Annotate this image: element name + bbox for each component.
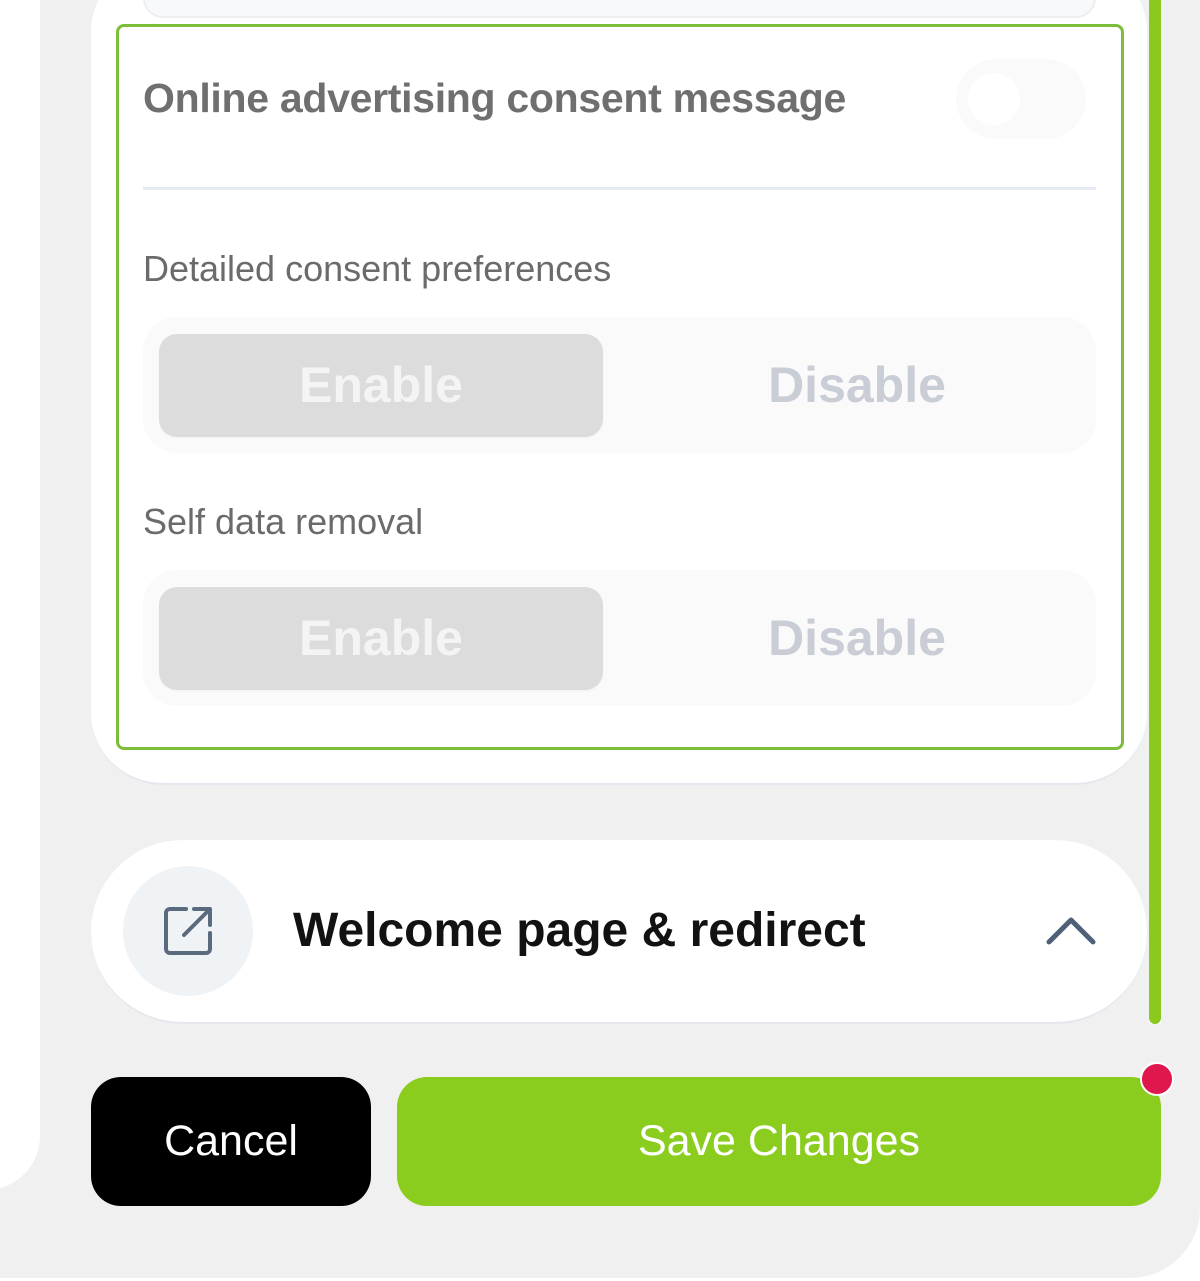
- detailed-consent-label: Detailed consent preferences: [143, 248, 612, 289]
- scrollbar-thumb[interactable]: [1149, 0, 1161, 1024]
- self-data-removal-segmented-control: Enable Disable: [143, 570, 1096, 706]
- detailed-consent-disable-button[interactable]: Disable: [619, 334, 1095, 437]
- settings-page: Online advertising consent message Detai…: [0, 0, 1200, 1281]
- detailed-consent-enable-button[interactable]: Enable: [159, 334, 603, 437]
- consent-message-title: Online advertising consent message: [143, 75, 846, 121]
- unsaved-changes-indicator: [1140, 1062, 1174, 1096]
- self-data-removal-enable-button[interactable]: Enable: [159, 587, 603, 690]
- welcome-page-redirect-header[interactable]: Welcome page & redirect: [91, 840, 1147, 1024]
- save-changes-button[interactable]: Save Changes: [397, 1077, 1161, 1206]
- chevron-up-icon[interactable]: [1041, 910, 1101, 950]
- self-data-removal-disable-button[interactable]: Disable: [619, 587, 1095, 690]
- consent-message-toggle[interactable]: [956, 59, 1086, 139]
- detailed-consent-segmented-control: Enable Disable: [143, 317, 1096, 453]
- welcome-icon-badge: [123, 866, 253, 996]
- divider: [143, 187, 1096, 190]
- welcome-page-redirect-title: Welcome page & redirect: [293, 904, 866, 957]
- self-data-removal-label: Self data removal: [143, 501, 424, 542]
- cancel-button[interactable]: Cancel: [91, 1077, 371, 1206]
- previous-field: [143, 0, 1096, 18]
- left-panel: [0, 0, 40, 1190]
- external-link-icon: [164, 907, 212, 955]
- toggle-knob: [968, 73, 1020, 125]
